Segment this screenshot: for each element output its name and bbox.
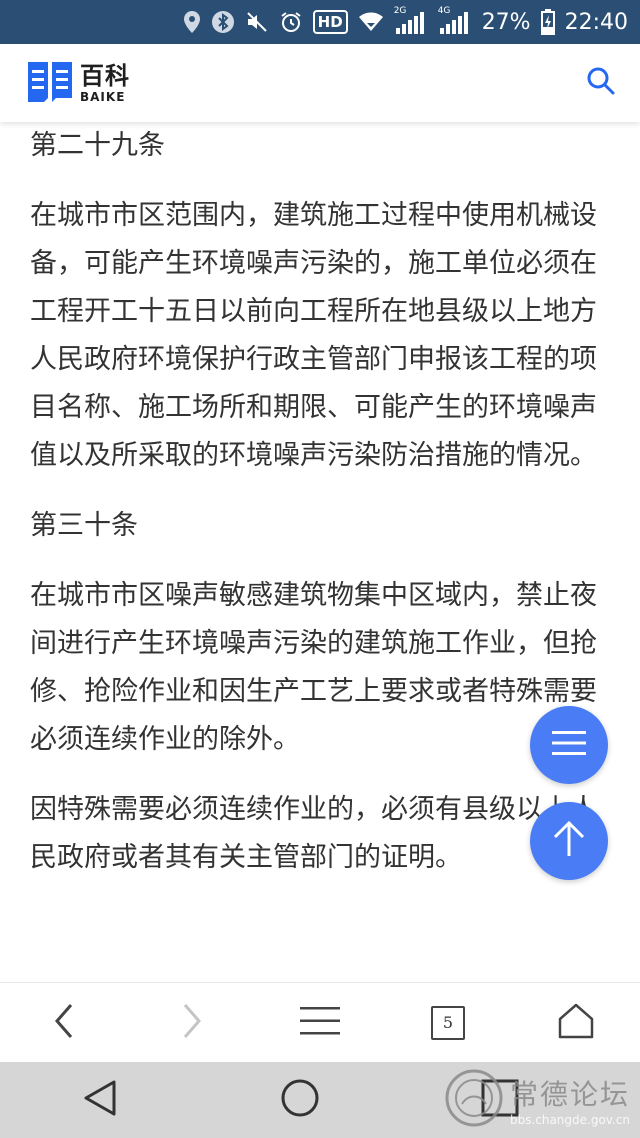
logo-subtitle: BAIKE: [80, 89, 126, 104]
forum-watermark: 常德论坛 bbs.changde.gov.cn: [444, 1068, 630, 1132]
search-icon[interactable]: [586, 66, 616, 100]
article-paragraph: 在城市市区噪声敏感建筑物集中区域内，禁止夜间进行产生环境噪声污染的建筑施工作业，…: [30, 580, 597, 755]
signal-icon-4g: 4G: [438, 6, 472, 34]
chevron-left-icon: [54, 1003, 74, 1043]
wifi-icon: [358, 11, 384, 33]
tabs-button[interactable]: 5: [408, 983, 488, 1063]
list-icon: [552, 730, 586, 760]
watermark-title: 常德论坛: [509, 1078, 630, 1111]
status-bar: HD 2G 4G 27% 22:40: [0, 0, 640, 44]
book-logo-icon: [26, 58, 74, 108]
article-paragraph: 在城市市区范围内，建筑施工过程中使用机械设备，可能产生环境噪声污染的，施工单位必…: [30, 200, 597, 471]
tab-count: 5: [431, 1005, 465, 1040]
battery-percent: 27%: [481, 9, 531, 35]
arrow-up-icon: [552, 820, 586, 861]
baike-logo[interactable]: 百科 BAIKE: [26, 58, 130, 108]
chevron-right-icon: [182, 1003, 202, 1043]
hd-icon: HD: [312, 10, 348, 34]
logo-title: 百科: [80, 61, 130, 90]
hamburger-icon: [300, 1006, 340, 1040]
app-header: 百科 BAIKE: [0, 44, 640, 122]
system-home-button[interactable]: [260, 1062, 340, 1138]
article-paragraph: 因特殊需要必须连续作业的，必须有县级以上人民政府或者其有关主管部门的证明。: [30, 794, 597, 873]
network-4g-label: 4G: [437, 6, 451, 16]
back-to-top-button[interactable]: [530, 802, 608, 880]
home-button[interactable]: [536, 983, 616, 1063]
mute-icon: [245, 10, 269, 34]
table-of-contents-button[interactable]: [530, 706, 608, 784]
system-back-button[interactable]: [60, 1062, 140, 1138]
location-icon: [183, 10, 201, 34]
section-heading: 第三十条: [30, 510, 138, 541]
network-2g-label: 2G: [393, 6, 407, 16]
forward-button[interactable]: [152, 983, 232, 1063]
circle-home-icon: [280, 1078, 320, 1122]
bluetooth-icon: [211, 10, 235, 34]
section-heading: 第二十九条: [30, 130, 165, 161]
browser-toolbar: 5: [0, 982, 640, 1062]
signal-icon: 2G: [394, 6, 428, 34]
forum-seal-icon: [444, 1068, 504, 1132]
alarm-icon: [279, 10, 303, 34]
watermark-url: bbs.changde.gov.cn: [509, 1113, 630, 1127]
menu-button[interactable]: [280, 983, 360, 1063]
status-time: 22:40: [564, 9, 628, 35]
back-button[interactable]: [24, 983, 104, 1063]
home-icon: [558, 1003, 594, 1043]
battery-icon: [540, 9, 555, 35]
triangle-back-icon: [83, 1079, 117, 1121]
